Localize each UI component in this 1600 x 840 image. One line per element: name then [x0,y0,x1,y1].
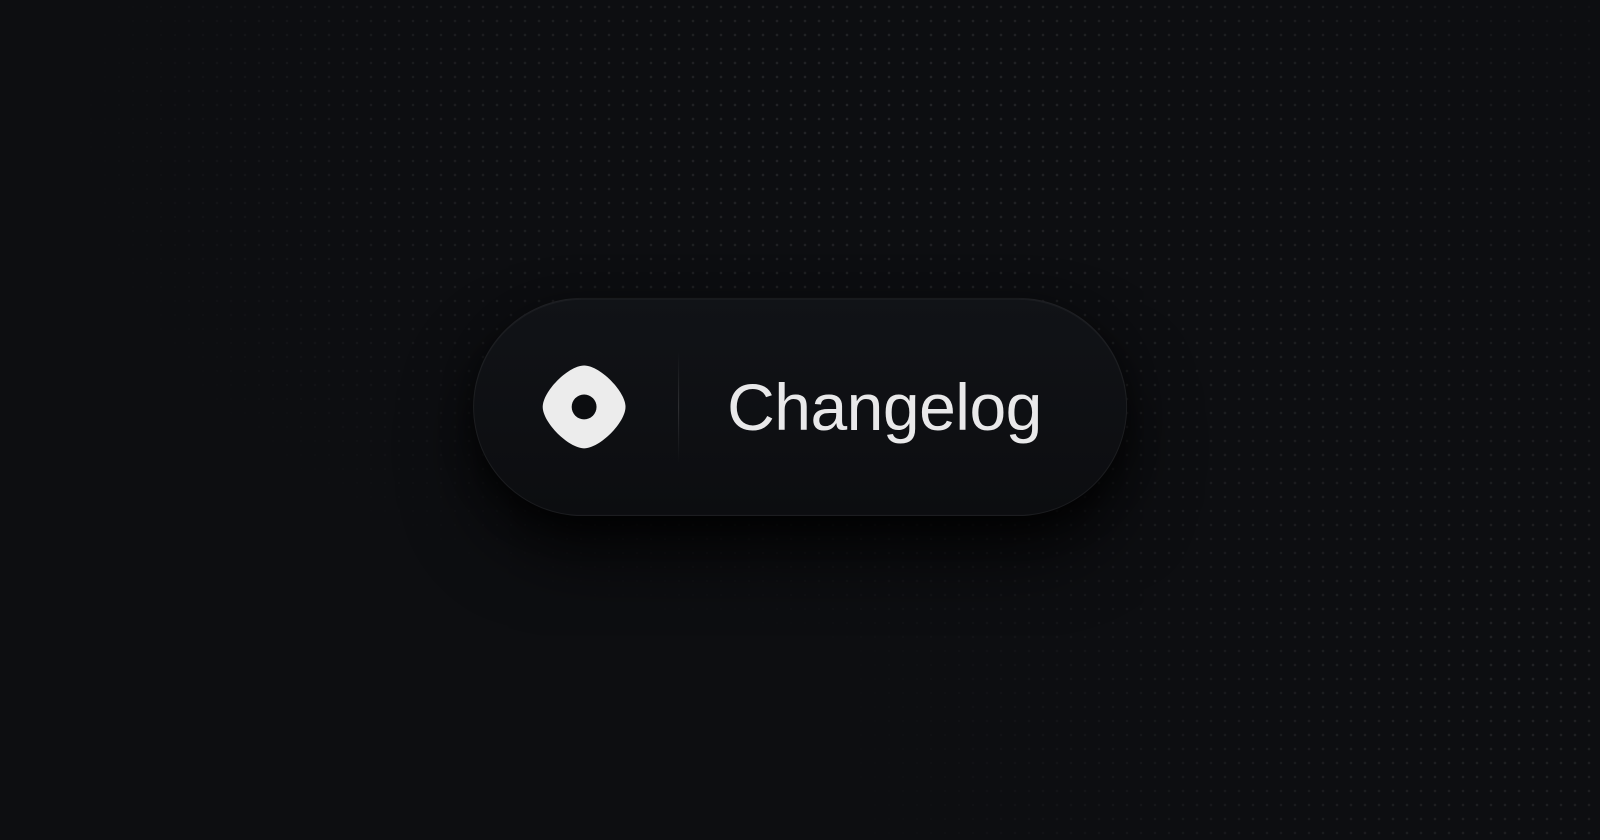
vertical-divider [678,351,679,463]
changelog-card: Changelog [473,298,1127,516]
card-title: Changelog [727,374,1042,440]
brand-logo-icon [538,361,630,453]
